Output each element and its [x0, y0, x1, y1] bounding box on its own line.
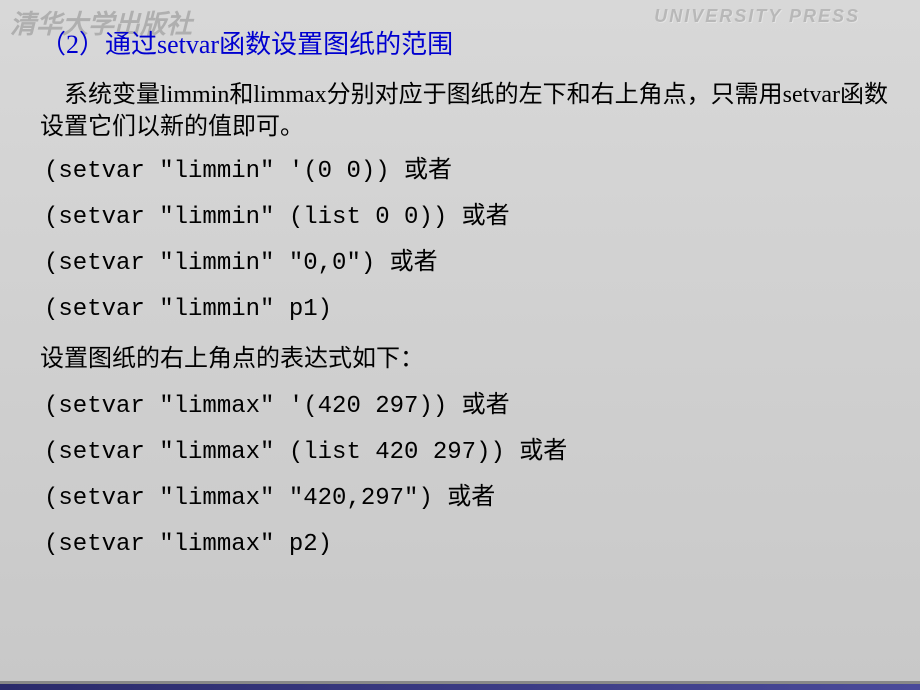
code-limmin-4: (setvar "limmin" p1) — [40, 298, 890, 322]
bottom-divider-lower — [0, 684, 920, 690]
code-limmin-2: (setvar "limmin" (list 0 0)) 或者 — [40, 206, 890, 230]
code-limmax-3: (setvar "limmax" "420,297") 或者 — [40, 487, 890, 511]
subheading: 设置图纸的右上角点的表达式如下： — [40, 344, 890, 375]
intro-paragraph: 系统变量limmin和limmax分别对应于图纸的左下和右上角点，只需用setv… — [40, 79, 890, 144]
code-limmin-1: (setvar "limmin" '(0 0)) 或者 — [40, 160, 890, 184]
code-limmin-3: (setvar "limmin" "0,0") 或者 — [40, 252, 890, 276]
code-limmax-1: (setvar "limmax" '(420 297)) 或者 — [40, 395, 890, 419]
slide-content: （2）通过setvar函数设置图纸的范围 系统变量limmin和limmax分别… — [0, 0, 920, 599]
section-heading: （2）通过setvar函数设置图纸的范围 — [40, 24, 890, 61]
code-limmax-2: (setvar "limmax" (list 420 297)) 或者 — [40, 441, 890, 465]
code-limmax-4: (setvar "limmax" p2) — [40, 533, 890, 557]
